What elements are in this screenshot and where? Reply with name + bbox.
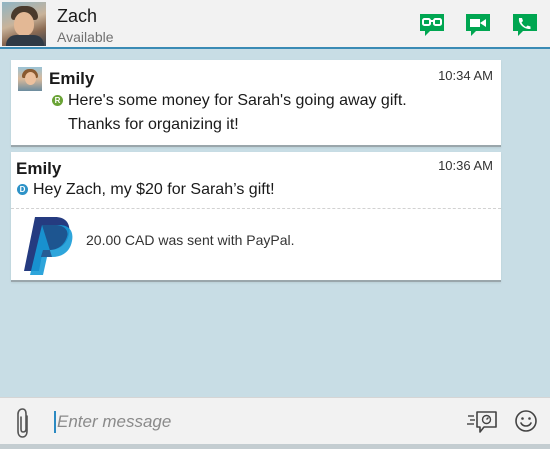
read-status-icon: R xyxy=(52,95,63,106)
bottom-bar xyxy=(0,444,550,449)
message-bubble[interactable]: Emily 10:36 AM D Hey Zach, my $20 for Sa… xyxy=(11,152,501,282)
message-bubble[interactable]: Emily 10:34 AM R Here's some money for S… xyxy=(11,60,501,147)
voice-call-icon xyxy=(513,14,537,36)
video-call-button[interactable] xyxy=(465,12,491,36)
contact-status: Available xyxy=(57,29,114,45)
message-time: 10:36 AM xyxy=(438,158,493,173)
video-call-icon xyxy=(466,14,490,36)
ping-button[interactable] xyxy=(466,409,498,435)
sender-name: Emily xyxy=(49,69,95,88)
divider xyxy=(11,208,501,209)
sender-avatar xyxy=(18,67,42,91)
ping-icon xyxy=(467,411,497,433)
message-text: Hey Zach, my $20 for Sarah’s gift! xyxy=(33,181,275,198)
voice-call-button[interactable] xyxy=(512,12,538,36)
contact-name[interactable]: Zach xyxy=(57,6,97,27)
delivered-status-icon: D xyxy=(17,184,28,195)
paperclip-icon xyxy=(17,408,28,438)
avatar-face xyxy=(14,12,34,36)
emoji-button[interactable] xyxy=(514,409,538,433)
avatar-shirt xyxy=(6,35,44,46)
contact-avatar[interactable] xyxy=(2,2,46,46)
sender-name: Emily xyxy=(16,159,62,178)
bbm-video-glasses-button[interactable] xyxy=(419,12,445,36)
message-text-line: Here's some money for Sarah's going away… xyxy=(68,92,407,109)
chat-header: Zach Available xyxy=(0,0,550,49)
paypal-logo-icon xyxy=(19,215,73,275)
message-time: 10:34 AM xyxy=(438,68,493,83)
message-text-line: Thanks for organizing it! xyxy=(68,116,239,133)
smiley-icon xyxy=(515,410,537,432)
bbm-video-glasses-icon xyxy=(420,14,444,36)
message-input[interactable] xyxy=(54,407,454,437)
payment-confirmation-text: 20.00 CAD was sent with PayPal. xyxy=(86,232,295,248)
attach-button[interactable] xyxy=(12,407,34,439)
message-composer xyxy=(0,397,550,449)
avatar-face xyxy=(25,72,36,85)
